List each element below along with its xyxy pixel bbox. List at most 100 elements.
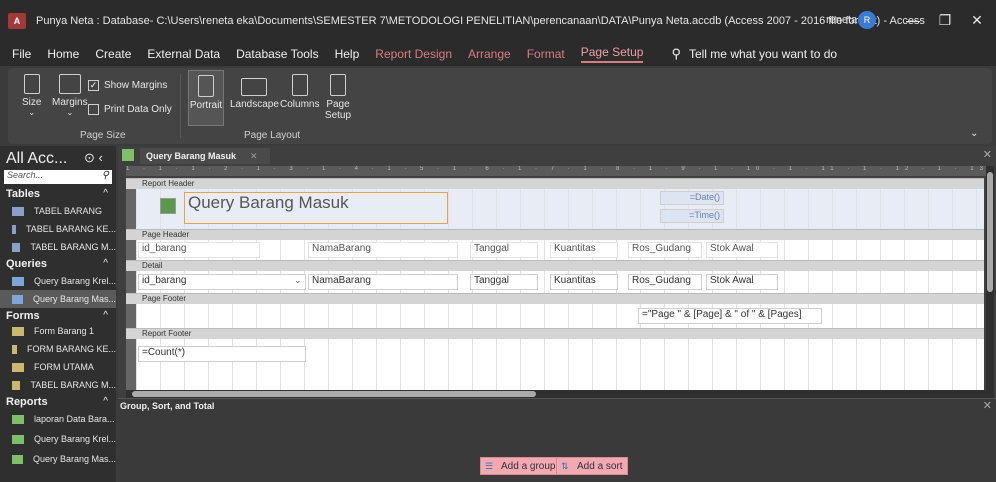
chevron-up-icon[interactable]: ^ (103, 310, 108, 321)
chevron-up-icon[interactable]: ^ (103, 258, 108, 269)
close-document-icon[interactable]: ✕ (983, 148, 992, 161)
portrait-button[interactable]: Portrait (188, 70, 224, 126)
label-tanggal[interactable]: Tanggal (470, 242, 538, 258)
field-nama-barang[interactable]: NamaBarang (308, 274, 458, 290)
page-size-group-label: Page Size (80, 130, 126, 141)
group-sort-title: Group, Sort, and Total (120, 401, 215, 411)
date-textbox[interactable]: =Date() (660, 191, 724, 205)
vertical-scrollbar[interactable] (986, 166, 994, 398)
close-icon[interactable]: ✕ (962, 8, 992, 32)
section-report-footer[interactable]: Report Footer (126, 328, 984, 339)
form-icon (12, 362, 24, 372)
nav-item-table[interactable]: TABEL BARANG KE... (0, 220, 116, 238)
scroll-thumb[interactable] (132, 391, 536, 397)
tell-me-search[interactable]: ⚲ Tell me what you want to do (671, 46, 837, 62)
collapse-ribbon-icon[interactable]: ⌄ (970, 128, 978, 139)
label-ros-gudang[interactable]: Ros_Gudang (628, 242, 702, 258)
landscape-button[interactable]: Landscape (230, 74, 279, 110)
menu-create[interactable]: Create (95, 47, 131, 61)
section-detail[interactable]: Detail (126, 260, 984, 271)
report-logo-icon[interactable] (160, 198, 176, 214)
count-textbox[interactable]: =Count(*) (138, 346, 306, 362)
horizontal-scrollbar[interactable] (126, 390, 986, 398)
chevron-up-icon[interactable]: ^ (103, 396, 108, 407)
nav-item-report[interactable]: laporan Data Bara... (0, 410, 116, 428)
time-textbox[interactable]: =Time() (660, 209, 724, 223)
report-title-label[interactable]: Query Barang Masuk (184, 192, 448, 224)
nav-item-table[interactable]: TABEL BARANG (0, 202, 116, 220)
menu-help[interactable]: Help (335, 47, 360, 61)
nav-item-form[interactable]: TABEL BARANG M... (0, 376, 116, 394)
field-ros-gudang[interactable]: Ros_Gudang (628, 274, 702, 290)
nav-item-report[interactable]: Query Barang Mas... (0, 450, 116, 468)
show-margins-checkbox[interactable]: ✓ Show Margins (88, 80, 167, 91)
menu-format[interactable]: Format (527, 47, 565, 61)
nav-item-query[interactable]: Query Barang Krel... (0, 272, 116, 290)
nav-section-reports[interactable]: Reports (6, 396, 48, 408)
document-area: Query Barang Masuk ✕ ✕ 1 · 1 · 1 · 2 · 1… (118, 146, 996, 482)
nav-item-report[interactable]: Query Barang Krel... (0, 430, 116, 448)
section-selector[interactable] (126, 339, 136, 390)
columns-button[interactable]: Columns (280, 74, 319, 110)
nav-section-tables[interactable]: Tables (6, 188, 40, 200)
page-layout-group-label: Page Layout (244, 130, 301, 141)
field-id-barang[interactable]: id_barang (138, 274, 306, 290)
minimize-icon[interactable]: — (898, 8, 928, 32)
nav-item-table[interactable]: TABEL BARANG M... (0, 238, 116, 256)
label-kuantitas[interactable]: Kuantitas (550, 242, 618, 258)
ribbon-separator (180, 74, 181, 138)
section-selector[interactable] (126, 240, 136, 260)
menu-report-design[interactable]: Report Design (375, 47, 452, 61)
menu-arrange[interactable]: Arrange (468, 47, 511, 61)
menu-page-setup[interactable]: Page Setup (580, 45, 644, 63)
combo-dropdown-icon[interactable]: ⌄ (294, 275, 302, 286)
field-kuantitas[interactable]: Kuantitas (550, 274, 618, 290)
menu-database-tools[interactable]: Database Tools (236, 47, 319, 61)
close-tab-icon[interactable]: ✕ (250, 151, 258, 162)
section-report-header[interactable]: Report Header (126, 178, 984, 189)
page-number-textbox[interactable]: ="Page " & [Page] & " of " & [Pages] (638, 308, 822, 324)
page-setup-button[interactable]: Page Setup (324, 74, 352, 121)
menu-file[interactable]: File (12, 47, 31, 61)
report-icon (12, 454, 23, 464)
document-tab[interactable]: Query Barang Masuk ✕ (140, 148, 270, 164)
window-title: Punya Neta : Database- C:\Users\reneta e… (36, 15, 925, 27)
nav-section-forms[interactable]: Forms (6, 310, 40, 322)
user-avatar[interactable]: R (858, 11, 876, 29)
search-icon: ⚲ (101, 170, 109, 181)
close-pane-icon[interactable]: ✕ (983, 399, 992, 412)
label-id-barang[interactable]: id_barang (138, 242, 260, 258)
nav-section-queries[interactable]: Queries (6, 258, 47, 270)
table-icon (12, 206, 24, 216)
add-group-button[interactable]: ☰ Add a group (480, 457, 561, 475)
label-nama-barang[interactable]: NamaBarang (308, 242, 458, 258)
nav-pane-title[interactable]: All Acc... (6, 150, 67, 168)
section-selector[interactable] (126, 304, 136, 328)
nav-item-form[interactable]: Form Barang 1 (0, 322, 116, 340)
field-stok-awal[interactable]: Stok Awal (706, 274, 778, 290)
group-icon: ☰ (485, 461, 494, 471)
user-name[interactable]: reneta (826, 14, 857, 26)
menu-external-data[interactable]: External Data (147, 47, 220, 61)
nav-search-input[interactable]: Search... ⚲ (4, 170, 112, 184)
section-page-header[interactable]: Page Header (126, 229, 984, 240)
nav-item-form[interactable]: FORM BARANG KE... (0, 340, 116, 358)
nav-item-form[interactable]: FORM UTAMA (0, 358, 116, 376)
horizontal-ruler: 1 · 1 · 1 · 2 · 1 · 3 · 1 · 4 · 1 · 5 · … (126, 166, 986, 176)
restore-icon[interactable]: ❐ (930, 8, 960, 32)
margins-button[interactable]: Margins ⌄ (52, 74, 88, 117)
nav-menu-icon[interactable]: ⊙ ‹ (84, 150, 103, 166)
print-data-only-checkbox[interactable]: Print Data Only (88, 104, 172, 115)
field-tanggal[interactable]: Tanggal (470, 274, 538, 290)
scroll-thumb[interactable] (987, 172, 993, 292)
add-sort-button[interactable]: ⇅ Add a sort (556, 457, 628, 475)
section-page-footer[interactable]: Page Footer (126, 293, 984, 304)
chevron-up-icon[interactable]: ^ (103, 188, 108, 199)
label-stok-awal[interactable]: Stok Awal (706, 242, 778, 258)
size-button[interactable]: Size ⌄ (22, 74, 41, 117)
menu-home[interactable]: Home (47, 47, 79, 61)
nav-item-query-selected[interactable]: Query Barang Mas... (0, 290, 116, 308)
section-selector[interactable] (126, 189, 136, 229)
page-size-icon (23, 74, 40, 94)
section-selector[interactable] (126, 271, 136, 293)
